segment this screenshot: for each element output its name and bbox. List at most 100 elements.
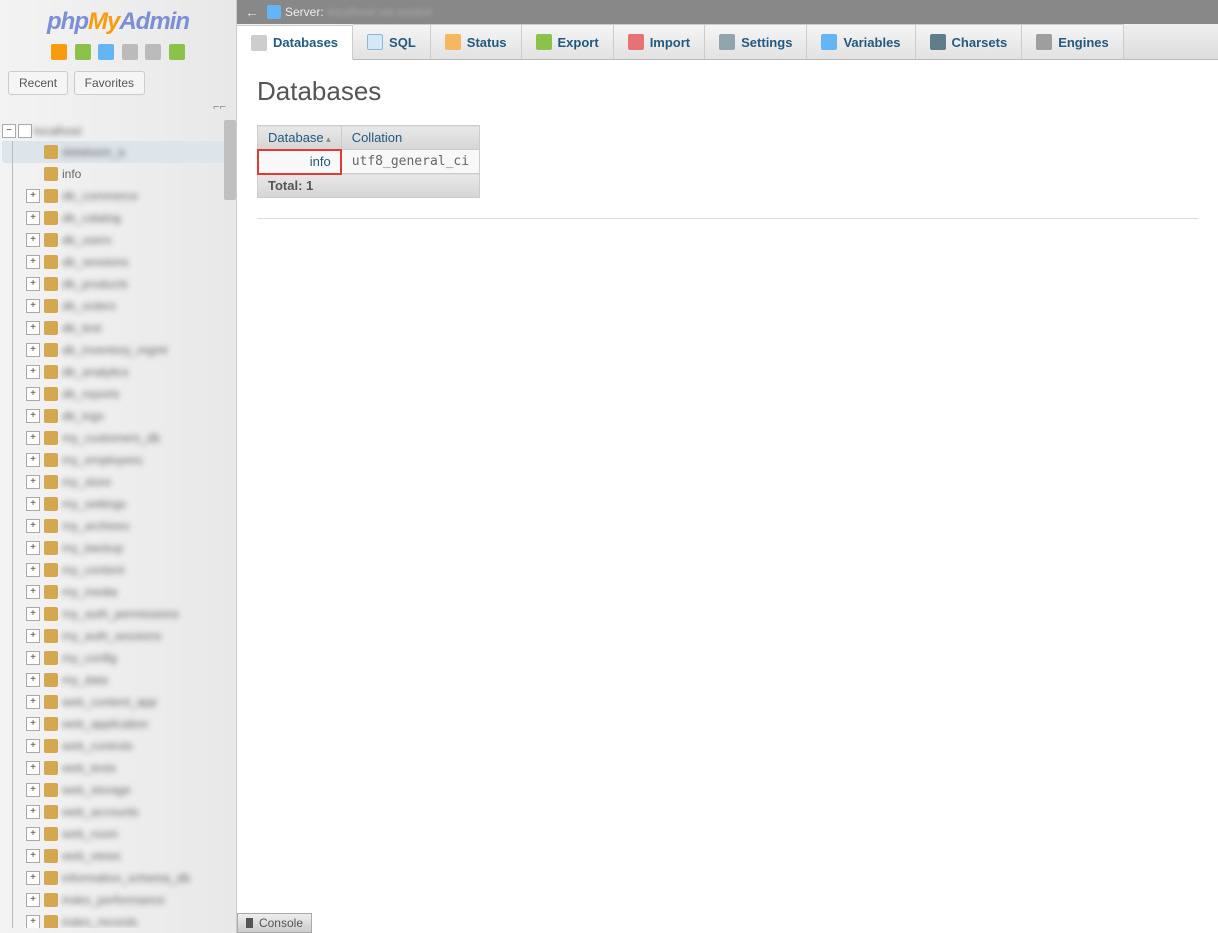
tree-item[interactable]: +web_controls bbox=[2, 735, 232, 757]
tree-item[interactable]: + my_config bbox=[2, 647, 232, 669]
db-name-cell[interactable]: info bbox=[258, 150, 342, 174]
nav-settings-icon[interactable] bbox=[145, 44, 161, 60]
expand-icon[interactable]: + bbox=[26, 321, 40, 335]
expand-icon[interactable]: + bbox=[26, 541, 40, 555]
tree-item-label[interactable]: web_tests bbox=[62, 761, 116, 775]
tree-item[interactable]: +db_logs bbox=[2, 405, 232, 427]
expand-icon[interactable]: + bbox=[26, 673, 40, 687]
expand-icon[interactable]: + bbox=[26, 629, 40, 643]
tree-item[interactable]: +my_auth_permissions bbox=[2, 603, 232, 625]
expand-icon[interactable]: + bbox=[26, 277, 40, 291]
tree-item-label[interactable]: db_products bbox=[62, 277, 128, 291]
tree-item-label[interactable]: db_analytics bbox=[62, 365, 129, 379]
tree-item[interactable]: +db_sessions bbox=[2, 251, 232, 273]
docs-icon[interactable] bbox=[98, 44, 114, 60]
tree-item-label[interactable]: web_application bbox=[62, 717, 148, 731]
tree-item[interactable]: +db_test bbox=[2, 317, 232, 339]
link-indicator[interactable]: ⌐⌐ bbox=[0, 99, 236, 115]
tree-item-label[interactable]: db_inventory_mgmt bbox=[62, 343, 167, 357]
recent-tab[interactable]: Recent bbox=[8, 71, 68, 95]
sidebar-scrollbar[interactable] bbox=[224, 120, 236, 933]
tree-collapse-icon[interactable]: − bbox=[2, 124, 16, 138]
tree-item[interactable]: +my_media bbox=[2, 581, 232, 603]
tree-item-label[interactable]: information_schema_db bbox=[62, 871, 190, 885]
tree-item-label[interactable]: index_records bbox=[62, 915, 137, 928]
tree-item[interactable]: +my_customers_db bbox=[2, 427, 232, 449]
tree-item-label[interactable]: db_catalog bbox=[62, 211, 121, 225]
favorites-tab[interactable]: Favorites bbox=[74, 71, 145, 95]
logout-icon[interactable] bbox=[75, 44, 91, 60]
tree-item-label[interactable]: db_users bbox=[62, 233, 111, 247]
tree-item-label[interactable]: db_reports bbox=[62, 387, 119, 401]
expand-icon[interactable]: + bbox=[26, 761, 40, 775]
tree-item[interactable]: +db_inventory_mgmt bbox=[2, 339, 232, 361]
tree-item[interactable]: + my_auth_sessions bbox=[2, 625, 232, 647]
tree-item[interactable]: + my_settings bbox=[2, 493, 232, 515]
expand-icon[interactable]: + bbox=[26, 871, 40, 885]
server-name[interactable]: localhost via socket bbox=[328, 5, 432, 19]
expand-icon[interactable]: + bbox=[26, 651, 40, 665]
expand-icon[interactable]: + bbox=[26, 475, 40, 489]
tree-item-label[interactable]: my_employees bbox=[62, 453, 143, 467]
col-collation[interactable]: Collation bbox=[341, 126, 479, 150]
tree-item[interactable]: +web_room bbox=[2, 823, 232, 845]
tree-item[interactable]: + db_reports bbox=[2, 383, 232, 405]
expand-icon[interactable]: + bbox=[26, 805, 40, 819]
tree-item[interactable]: +database_a bbox=[2, 141, 232, 163]
expand-icon[interactable]: + bbox=[26, 497, 40, 511]
tree-item[interactable]: + db_commerce bbox=[2, 185, 232, 207]
tree-item-label[interactable]: my_backup bbox=[62, 541, 123, 555]
tree-item-label[interactable]: db_commerce bbox=[62, 189, 138, 203]
tree-item[interactable]: +my_store bbox=[2, 471, 232, 493]
tree-item-label[interactable]: db_orders bbox=[62, 299, 116, 313]
expand-icon[interactable]: + bbox=[26, 519, 40, 533]
tree-item[interactable]: + db_products bbox=[2, 273, 232, 295]
expand-icon[interactable]: + bbox=[26, 211, 40, 225]
tree-item[interactable]: + my_archives bbox=[2, 515, 232, 537]
tree-item-label[interactable]: my_media bbox=[62, 585, 117, 599]
col-database[interactable]: Database bbox=[258, 126, 342, 150]
tab-sql[interactable]: SQL bbox=[353, 24, 431, 59]
tab-engines[interactable]: Engines bbox=[1022, 24, 1124, 59]
console-button[interactable]: Console bbox=[237, 913, 312, 933]
reload-icon[interactable] bbox=[169, 44, 185, 60]
tree-item[interactable]: +index_performance bbox=[2, 889, 232, 911]
tree-item[interactable]: + web_tests bbox=[2, 757, 232, 779]
tree-item-label[interactable]: web_controls bbox=[62, 739, 133, 753]
tree-item-label[interactable]: db_sessions bbox=[62, 255, 129, 269]
logo[interactable]: phpMyAdmin bbox=[0, 0, 236, 40]
tree-item-label[interactable]: my_customers_db bbox=[62, 431, 160, 445]
expand-icon[interactable]: + bbox=[26, 453, 40, 467]
tab-export[interactable]: Export bbox=[522, 24, 614, 59]
tree-root-label[interactable]: localhost bbox=[34, 124, 81, 138]
tree-item[interactable]: +index_records bbox=[2, 911, 232, 928]
tree-item-label[interactable]: my_config bbox=[62, 651, 117, 665]
tree-item[interactable]: + my_backup bbox=[2, 537, 232, 559]
tree-item[interactable]: +db_analytics bbox=[2, 361, 232, 383]
tree-item-label[interactable]: database_a bbox=[62, 145, 125, 159]
nav-sql-icon[interactable] bbox=[122, 44, 138, 60]
tree-item[interactable]: + db_catalog bbox=[2, 207, 232, 229]
tree-item-label[interactable]: my_settings bbox=[62, 497, 126, 511]
expand-icon[interactable]: + bbox=[26, 299, 40, 313]
tab-variables[interactable]: Variables bbox=[807, 24, 915, 59]
tree-item[interactable]: + db_orders bbox=[2, 295, 232, 317]
expand-icon[interactable]: + bbox=[26, 893, 40, 907]
tree-db-toggle-icon[interactable] bbox=[18, 124, 32, 138]
tree-item[interactable]: +web_accounts bbox=[2, 801, 232, 823]
tree-item-label[interactable]: db_logs bbox=[62, 409, 104, 423]
expand-icon[interactable]: + bbox=[26, 387, 40, 401]
tree-item-label[interactable]: my_archives bbox=[62, 519, 129, 533]
tree-item[interactable]: +web_content_app bbox=[2, 691, 232, 713]
expand-icon[interactable]: + bbox=[26, 189, 40, 203]
tree-item-label[interactable]: my_data bbox=[62, 673, 108, 687]
tree-item-label[interactable]: info bbox=[62, 167, 81, 181]
expand-icon[interactable]: + bbox=[26, 827, 40, 841]
db-link[interactable]: info bbox=[310, 154, 331, 169]
expand-icon[interactable]: + bbox=[26, 783, 40, 797]
expand-icon[interactable]: + bbox=[26, 695, 40, 709]
tree-item-label[interactable]: my_auth_sessions bbox=[62, 629, 161, 643]
tree-item[interactable]: +db_users bbox=[2, 229, 232, 251]
home-icon[interactable] bbox=[51, 44, 67, 60]
tab-settings[interactable]: Settings bbox=[705, 24, 807, 59]
